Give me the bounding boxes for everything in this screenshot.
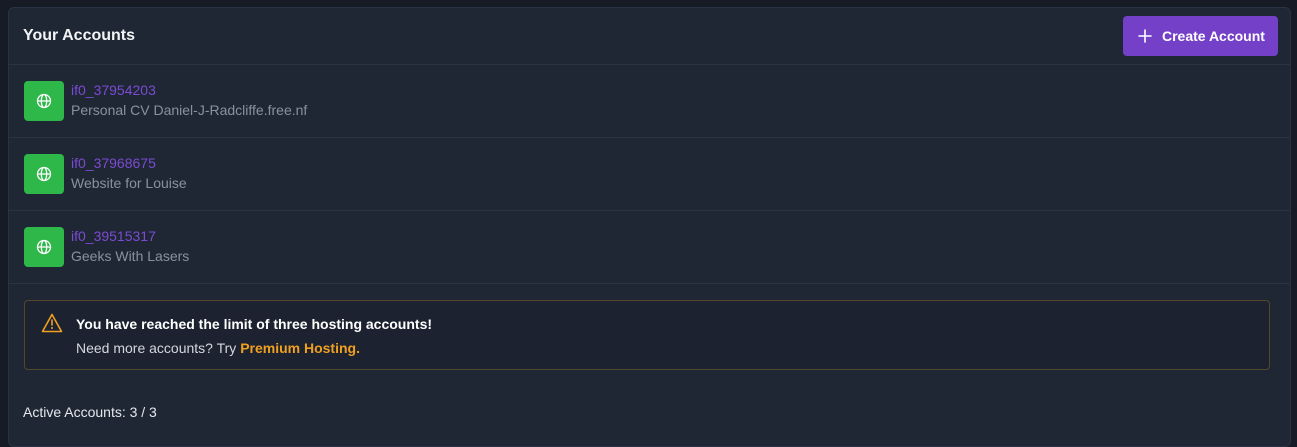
accounts-card: Your Accounts Create Account if0_3795420… xyxy=(8,7,1291,447)
alert-title: You have reached the limit of three host… xyxy=(76,316,433,332)
card-header: Your Accounts Create Account xyxy=(9,8,1290,65)
alert-text-prefix: Need more accounts? Try xyxy=(76,340,241,356)
plus-icon xyxy=(1138,29,1152,43)
account-label: Personal CV Daniel-J-Radcliffe.free.nf xyxy=(71,102,308,118)
page-title: Your Accounts xyxy=(23,27,136,44)
account-label: Website for Louise xyxy=(71,175,187,191)
account-id-link[interactable]: if0_37968675 xyxy=(71,155,156,171)
globe-icon xyxy=(24,227,64,267)
warning-icon xyxy=(41,313,63,338)
account-row: if0_37954203 Personal CV Daniel-J-Radcli… xyxy=(9,65,1290,138)
account-id-link[interactable]: if0_39515317 xyxy=(71,228,156,244)
create-account-label: Create Account xyxy=(1162,28,1265,44)
account-row: if0_37968675 Website for Louise xyxy=(9,138,1290,211)
globe-icon xyxy=(24,81,64,121)
alert-text: Need more accounts? Try Premium Hosting. xyxy=(76,340,360,356)
globe-icon xyxy=(24,154,64,194)
account-id-link[interactable]: if0_37954203 xyxy=(71,82,156,98)
limit-alert: You have reached the limit of three host… xyxy=(24,300,1270,370)
account-label: Geeks With Lasers xyxy=(71,248,190,264)
account-row: if0_39515317 Geeks With Lasers xyxy=(9,211,1290,284)
premium-hosting-link[interactable]: Premium Hosting. xyxy=(240,340,360,356)
active-accounts-count: Active Accounts: 3 / 3 xyxy=(23,404,157,420)
create-account-button[interactable]: Create Account xyxy=(1123,16,1278,56)
